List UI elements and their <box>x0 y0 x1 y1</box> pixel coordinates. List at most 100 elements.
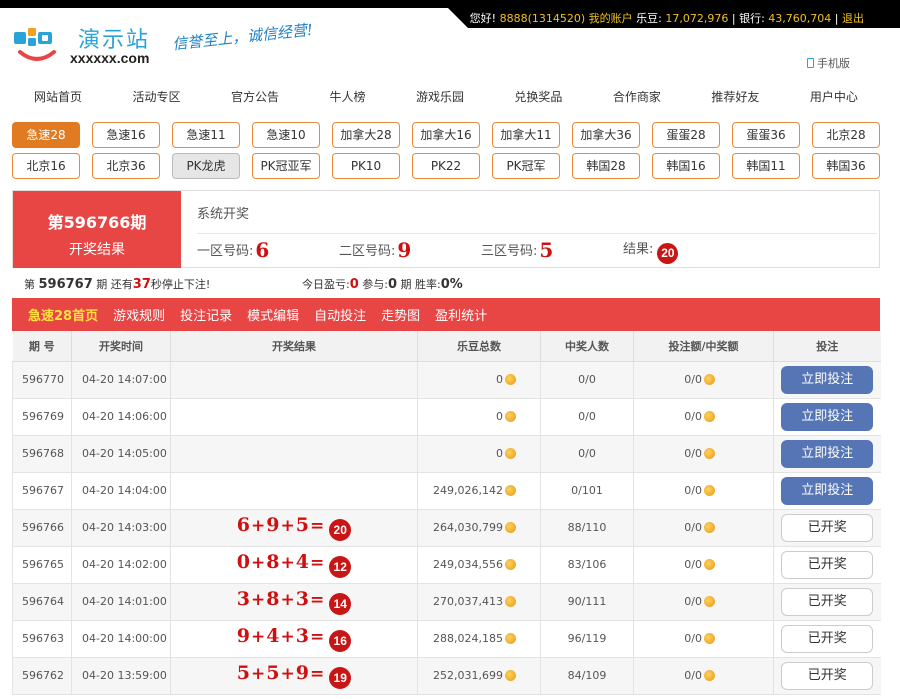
bet-now-button[interactable]: 立即投注 <box>781 402 874 431</box>
opened-button[interactable]: 已开奖 <box>781 550 874 579</box>
logout-link[interactable]: 退出 <box>842 12 864 25</box>
col-total: 乐豆总数 <box>417 331 541 362</box>
row-period: 596764 <box>12 583 72 621</box>
nav-user-center[interactable]: 用户中心 <box>810 88 858 105</box>
game-button[interactable]: 加拿大16 <box>412 122 480 148</box>
nav-partners[interactable]: 合作商家 <box>613 88 661 105</box>
countdown-info: 第 596767 期 还有37秒停止下注! <box>24 277 211 292</box>
nav-prizes[interactable]: 兑换奖品 <box>514 88 562 105</box>
row-total: 249,034,556 <box>417 546 541 584</box>
subnav-home[interactable]: 急速28首页 <box>28 305 98 324</box>
nav-referral[interactable]: 推荐好友 <box>711 88 759 105</box>
result-ball: 19 <box>329 667 352 689</box>
row-winners: 0/0 <box>540 435 634 473</box>
row-ratio: 0/0 <box>633 361 774 399</box>
row-ratio: 0/0 <box>633 583 774 621</box>
subnav-records[interactable]: 投注记录 <box>180 305 232 324</box>
bet-now-button[interactable]: 立即投注 <box>781 439 874 468</box>
row-action: 立即投注 <box>773 435 881 473</box>
coin-icon <box>704 411 715 422</box>
game-button[interactable]: PK龙虎 <box>172 153 240 179</box>
row-action: 立即投注 <box>773 472 881 510</box>
site-logo[interactable]: 演示站 xxxxxx.com 信誉至上，诚信经营! <box>12 20 342 70</box>
row-time: 04-20 14:05:00 <box>71 435 171 473</box>
row-action: 立即投注 <box>773 361 881 399</box>
game-button[interactable]: 急速28 <box>12 122 80 148</box>
nav-games[interactable]: 游戏乐园 <box>416 88 464 105</box>
game-button[interactable]: 急速11 <box>172 122 240 148</box>
game-button[interactable]: 韩国28 <box>572 153 640 179</box>
subnav-mode-edit[interactable]: 模式编辑 <box>247 305 299 324</box>
table-row: 596764 04-20 14:01:00 3+8+3= 14 270,037,4… <box>12 583 881 621</box>
coin-icon <box>704 448 715 459</box>
coin-icon <box>505 448 516 459</box>
result-ball: 20 <box>329 519 352 541</box>
logo-mark-icon <box>14 28 56 61</box>
row-action: 已开奖 <box>773 657 881 695</box>
coin-icon <box>505 596 516 607</box>
row-winners: 90/111 <box>540 583 634 621</box>
row-winners: 0/101 <box>540 472 634 510</box>
nav-ranking[interactable]: 牛人榜 <box>329 88 365 105</box>
mobile-version-link[interactable]: 手机版 <box>807 55 850 71</box>
nav-home[interactable]: 网站首页 <box>34 88 82 105</box>
game-button[interactable]: 急速16 <box>92 122 160 148</box>
game-button[interactable]: 韩国11 <box>732 153 800 179</box>
nav-announcements[interactable]: 官方公告 <box>231 88 279 105</box>
coin-icon <box>505 485 516 496</box>
subnav-auto-bet[interactable]: 自动投注 <box>314 305 366 324</box>
row-ratio: 0/0 <box>633 472 774 510</box>
col-winners: 中奖人数 <box>540 331 634 362</box>
game-button[interactable]: PK冠军 <box>492 153 560 179</box>
game-button[interactable]: 北京28 <box>812 122 880 148</box>
row-time: 04-20 14:03:00 <box>71 509 171 547</box>
row-winners: 84/109 <box>540 657 634 695</box>
bet-now-button[interactable]: 立即投注 <box>781 365 874 394</box>
opened-button[interactable]: 已开奖 <box>781 513 874 542</box>
opened-button[interactable]: 已开奖 <box>781 587 874 616</box>
row-ratio: 0/0 <box>633 509 774 547</box>
result-ball: 12 <box>329 556 352 578</box>
zone-1: 一区号码: 6 <box>197 238 270 262</box>
game-button[interactable]: PK冠亚军 <box>252 153 320 179</box>
game-button[interactable]: 北京16 <box>12 153 80 179</box>
game-button[interactable]: PK10 <box>332 153 400 179</box>
game-button[interactable]: 北京36 <box>92 153 160 179</box>
row-result: 9+4+3= 16 <box>170 620 418 658</box>
game-button[interactable]: 韩国16 <box>652 153 720 179</box>
game-button[interactable]: 蛋蛋36 <box>732 122 800 148</box>
row-winners: 0/0 <box>540 361 634 399</box>
opened-button[interactable]: 已开奖 <box>781 661 874 690</box>
ledou-label: 乐豆: <box>636 12 662 25</box>
subnav-trend[interactable]: 走势图 <box>381 305 420 324</box>
logo-slogan: 信誉至上，诚信经营! <box>171 20 314 54</box>
game-button[interactable]: PK22 <box>412 153 480 179</box>
subnav-rules[interactable]: 游戏规则 <box>113 305 165 324</box>
game-button[interactable]: 加拿大11 <box>492 122 560 148</box>
mobile-label: 手机版 <box>817 57 850 70</box>
coin-icon <box>505 670 516 681</box>
opened-button[interactable]: 已开奖 <box>781 624 874 653</box>
today-profit: 0 <box>349 277 359 292</box>
user-id: 8888(1314520) <box>499 12 586 25</box>
subnav-profit[interactable]: 盈利统计 <box>435 305 487 324</box>
coin-icon <box>704 485 715 496</box>
coin-icon <box>505 374 516 385</box>
row-action: 已开奖 <box>773 620 881 658</box>
game-button[interactable]: 加拿大28 <box>332 122 400 148</box>
game-button[interactable]: 急速10 <box>252 122 320 148</box>
my-account-link[interactable]: 我的账户 <box>589 12 633 25</box>
row-winners: 96/119 <box>540 620 634 658</box>
row-winners: 0/0 <box>540 398 634 436</box>
game-button[interactable]: 韩国36 <box>812 153 880 179</box>
draw-table: 期 号 开奖时间 开奖结果 乐豆总数 中奖人数 投注额/中奖额 投注 59677… <box>12 331 881 695</box>
table-header: 期 号 开奖时间 开奖结果 乐豆总数 中奖人数 投注额/中奖额 投注 <box>12 331 881 362</box>
bet-now-button[interactable]: 立即投注 <box>781 476 874 505</box>
row-result: 5+5+9= 19 <box>170 657 418 695</box>
table-row: 596762 04-20 13:59:00 5+5+9= 19 252,031,6… <box>12 657 881 695</box>
game-button[interactable]: 蛋蛋28 <box>652 122 720 148</box>
nav-activity[interactable]: 活动专区 <box>132 88 180 105</box>
table-row: 596765 04-20 14:02:00 0+8+4= 12 249,034,5… <box>12 546 881 584</box>
game-button[interactable]: 加拿大36 <box>572 122 640 148</box>
zone-3: 三区号码: 5 <box>481 238 554 262</box>
